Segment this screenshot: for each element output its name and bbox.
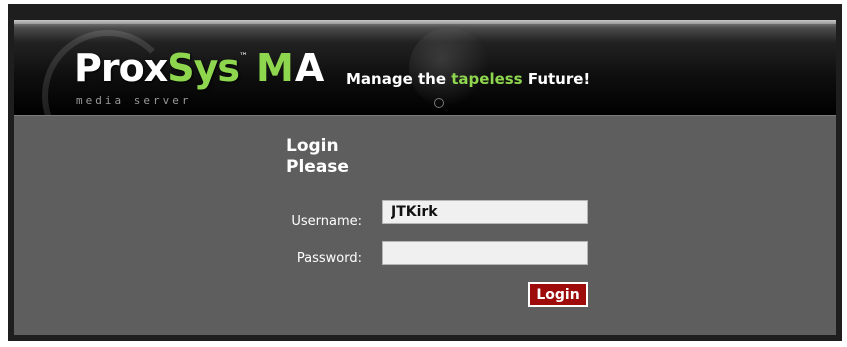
header-banner: ProxSys™ MA media server Manage the tapel…: [14, 20, 836, 115]
login-title-line2: Please: [286, 157, 349, 177]
film-reel-decoration: [409, 28, 489, 108]
login-title-line1: Login: [286, 136, 339, 156]
login-button[interactable]: Login: [528, 282, 588, 307]
logo-ma-m: M: [255, 46, 295, 90]
tagline-highlight: tapeless: [451, 70, 523, 88]
tagline-prefix: Manage the: [346, 70, 452, 88]
logo-subtitle: media server: [76, 94, 192, 107]
proxsys-logo: ProxSys™ MA: [74, 46, 325, 96]
logo-ma-text: MA: [256, 46, 325, 90]
reel-hole-decoration: [434, 98, 444, 108]
password-input[interactable]: [382, 241, 588, 265]
banner-top-stripe: [14, 20, 836, 24]
password-label: Password:: [296, 251, 362, 266]
login-panel: Login Please Username: Password: Login: [14, 115, 836, 335]
page-frame: ProxSys™ MA media server Manage the tapel…: [8, 4, 842, 341]
logo-ma-a: A: [294, 46, 326, 90]
login-title: Login Please: [286, 136, 349, 178]
username-input[interactable]: [382, 200, 588, 224]
logo-prox-text: Prox: [74, 46, 168, 90]
tagline: Manage the tapeless Future!: [346, 70, 590, 88]
trademark-symbol: ™: [238, 52, 248, 62]
username-label: Username:: [291, 214, 362, 229]
tagline-suffix: Future!: [522, 70, 591, 88]
logo-sys-text: Sys: [167, 46, 240, 90]
